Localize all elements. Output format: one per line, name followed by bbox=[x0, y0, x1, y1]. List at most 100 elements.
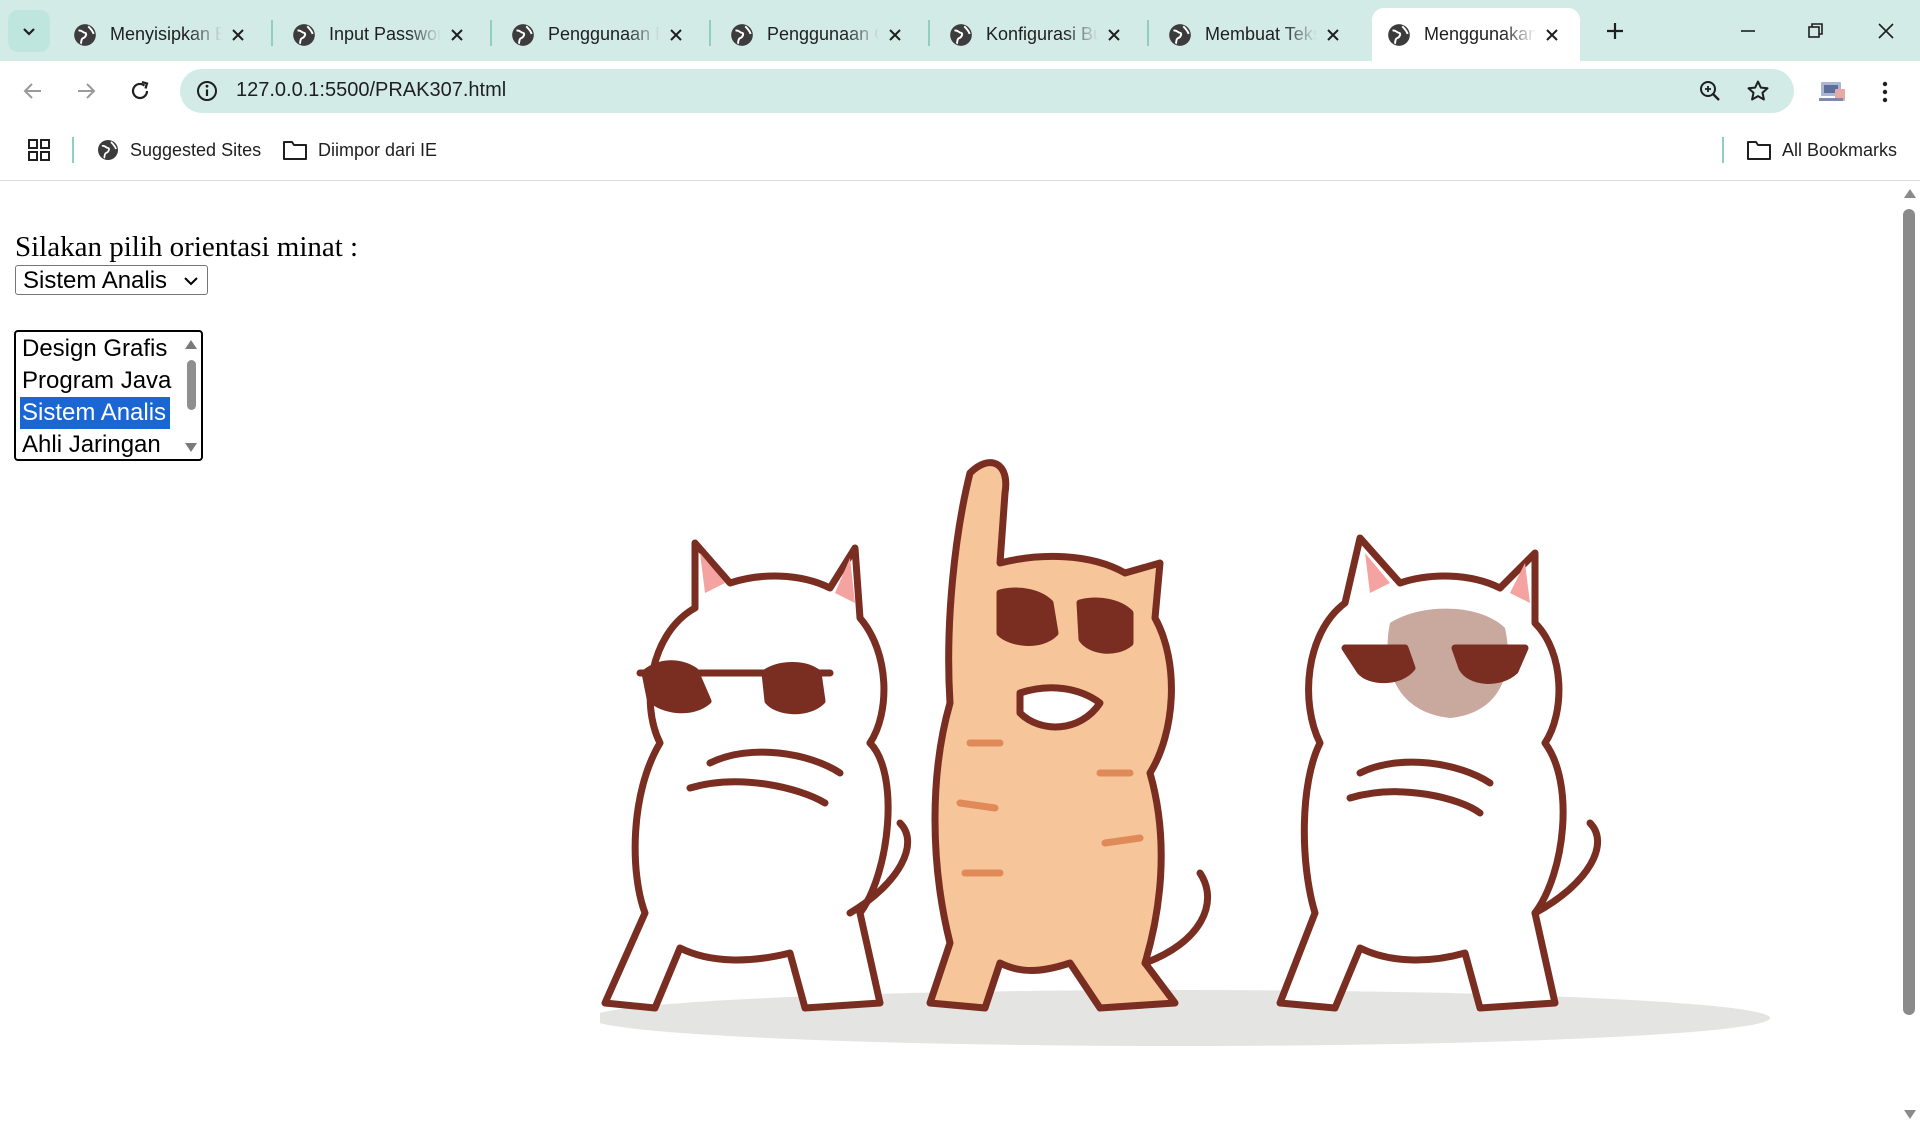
bookmark-suggested-sites[interactable]: Suggested Sites bbox=[96, 135, 261, 165]
toolbar: 127.0.0.1:5500/PRAK307.html bbox=[0, 61, 1920, 121]
restore-button[interactable] bbox=[1798, 14, 1834, 48]
profile-icon[interactable] bbox=[1818, 79, 1848, 105]
chevron-down-icon bbox=[23, 28, 35, 36]
tab-separator bbox=[928, 20, 930, 46]
tab-title: Penggunaan Radio bbox=[548, 24, 660, 44]
arrow-right-icon bbox=[78, 83, 96, 99]
listbox-scrollbar[interactable] bbox=[183, 334, 199, 457]
tab-title: Input Password bbox=[329, 24, 441, 44]
close-icon bbox=[1546, 28, 1558, 41]
back-button[interactable] bbox=[15, 73, 51, 109]
url-text[interactable]: 127.0.0.1:5500/PRAK307.html bbox=[236, 79, 506, 102]
tab-title: Membuat Teks Area bbox=[1205, 24, 1317, 44]
reload-icon bbox=[131, 80, 149, 100]
close-icon bbox=[889, 28, 901, 41]
orientation-select[interactable]: Sistem Analis bbox=[15, 265, 208, 295]
close-window-button[interactable] bbox=[1868, 14, 1904, 48]
globe-icon bbox=[1388, 23, 1410, 46]
cat-left bbox=[601, 539, 912, 1012]
tab[interactable]: Input Password bbox=[277, 8, 485, 61]
apps-button[interactable] bbox=[27, 135, 61, 165]
all-bookmarks-button[interactable]: All Bookmarks bbox=[1746, 135, 1897, 165]
tab-separator bbox=[709, 20, 711, 46]
tab-strip: Menyisipkan Emoji Input Password Penggunaa… bbox=[0, 0, 1920, 61]
bookmark-label: Suggested Sites bbox=[130, 139, 262, 160]
kebab-menu-icon bbox=[1882, 81, 1888, 103]
tab-close-button[interactable] bbox=[1323, 25, 1343, 45]
tab[interactable]: Membuat Teks Area bbox=[1153, 8, 1361, 61]
scroll-up-arrow-icon bbox=[185, 340, 197, 349]
page-content: Silakan pilih orientasi minat : Sistem A… bbox=[0, 181, 1900, 1128]
close-icon bbox=[1878, 23, 1894, 39]
tab-close-button[interactable] bbox=[885, 25, 905, 45]
dancing-cats-illustration bbox=[600, 459, 1770, 1046]
plus-icon bbox=[1607, 23, 1623, 39]
globe-icon bbox=[293, 23, 315, 46]
folder-icon bbox=[1747, 141, 1771, 160]
bookmark-star-icon[interactable] bbox=[1744, 77, 1772, 105]
globe-icon bbox=[731, 23, 753, 46]
close-icon bbox=[1108, 28, 1120, 41]
close-icon bbox=[451, 28, 463, 41]
forward-button[interactable] bbox=[68, 73, 104, 109]
tab-close-button[interactable] bbox=[1542, 25, 1562, 45]
page-scrollbar[interactable] bbox=[1900, 181, 1920, 1128]
close-icon bbox=[232, 28, 244, 41]
folder-icon bbox=[283, 141, 307, 160]
globe-icon bbox=[98, 140, 118, 160]
scroll-down-arrow-icon bbox=[185, 443, 197, 452]
bookmarks-bar: Suggested Sites Diimpor dari IE All Book… bbox=[0, 121, 1920, 181]
tab-close-button[interactable] bbox=[666, 25, 686, 45]
globe-icon bbox=[950, 23, 972, 46]
bookmark-label: Diimpor dari IE bbox=[318, 139, 438, 160]
reload-button[interactable] bbox=[122, 73, 158, 109]
bookmarks-separator bbox=[1722, 137, 1724, 163]
tab-separator bbox=[490, 20, 492, 46]
close-icon bbox=[670, 28, 682, 41]
new-tab-button[interactable] bbox=[1598, 14, 1632, 48]
apps-grid-icon bbox=[28, 139, 50, 161]
tab[interactable]: Menggunakan Select bbox=[1372, 8, 1580, 61]
tab[interactable]: Penggunaan Radio bbox=[496, 8, 704, 61]
listbox-option[interactable]: Ahli Jaringan bbox=[20, 429, 165, 459]
menu-button[interactable] bbox=[1870, 75, 1900, 109]
tab[interactable]: Penggunaan Checkbox bbox=[715, 8, 923, 61]
bookmarks-separator bbox=[72, 137, 74, 163]
minimize-icon bbox=[1741, 30, 1755, 32]
scroll-down-arrow-icon bbox=[1904, 1110, 1916, 1119]
site-info-icon[interactable] bbox=[192, 76, 222, 106]
tab-close-button[interactable] bbox=[228, 25, 248, 45]
bookmark-diimpor-dari-ie[interactable]: Diimpor dari IE bbox=[282, 135, 437, 165]
tab-title: Konfigurasi Button bbox=[986, 24, 1098, 44]
listbox-option[interactable]: Design Grafis bbox=[20, 333, 171, 365]
tab-close-button[interactable] bbox=[447, 25, 467, 45]
tab-close-button[interactable] bbox=[1104, 25, 1124, 45]
tab-title: Menggunakan Select bbox=[1424, 24, 1536, 44]
minimize-button[interactable] bbox=[1730, 14, 1766, 48]
globe-icon bbox=[74, 23, 96, 46]
cat-right bbox=[1276, 534, 1602, 1012]
globe-icon bbox=[512, 23, 534, 46]
tab[interactable]: Menyisipkan Emoji bbox=[58, 8, 266, 61]
zoom-icon[interactable] bbox=[1696, 77, 1724, 105]
tab[interactable]: Konfigurasi Button bbox=[934, 8, 1142, 61]
tab-separator bbox=[271, 20, 273, 46]
all-bookmarks-label: All Bookmarks bbox=[1782, 139, 1898, 160]
globe-icon bbox=[1169, 23, 1191, 46]
select-value: Sistem Analis bbox=[23, 267, 168, 294]
restore-icon bbox=[1808, 23, 1823, 38]
tab-search-button[interactable] bbox=[8, 10, 50, 52]
listbox-scroll-thumb[interactable] bbox=[187, 360, 196, 410]
orientation-listbox[interactable]: Design Grafis Program Java Sistem Analis… bbox=[14, 330, 203, 461]
tab-title: Menyisipkan Emoji bbox=[110, 24, 222, 44]
chevron-down-icon bbox=[184, 277, 198, 286]
address-bar[interactable]: 127.0.0.1:5500/PRAK307.html bbox=[180, 69, 1794, 113]
tab-title: Penggunaan Checkbox bbox=[767, 24, 879, 44]
cat-middle bbox=[926, 459, 1212, 1012]
listbox-option-selected[interactable]: Sistem Analis bbox=[20, 397, 171, 429]
listbox-option[interactable]: Program Java bbox=[20, 365, 175, 397]
scroll-up-arrow-icon bbox=[1904, 189, 1916, 198]
tab-separator bbox=[1147, 20, 1149, 46]
arrow-left-icon bbox=[23, 83, 41, 99]
page-scroll-thumb[interactable] bbox=[1903, 209, 1915, 1015]
